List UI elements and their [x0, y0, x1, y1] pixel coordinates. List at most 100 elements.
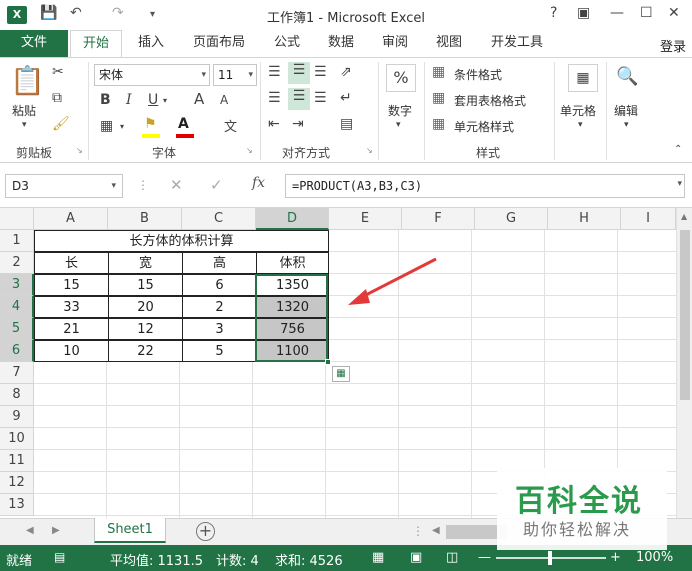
align-right-icon[interactable]: ☰ — [314, 90, 327, 106]
number-dropdown-icon[interactable]: ▾ — [396, 120, 401, 130]
underline-button[interactable]: U — [148, 92, 158, 108]
formula-input[interactable]: =PRODUCT(A3,B3,C3) — [285, 174, 685, 198]
column-header-e[interactable]: E — [329, 208, 402, 230]
zoom-in-icon[interactable]: + — [610, 550, 621, 565]
orientation-icon[interactable]: ⇗ — [340, 64, 352, 80]
tab-splitter[interactable]: ⋮ — [412, 524, 424, 538]
row-header-9[interactable]: 9 — [0, 406, 34, 428]
column-header-i[interactable]: I — [621, 208, 676, 230]
tab-developer[interactable]: 开发工具 — [480, 30, 554, 58]
vertical-scrollbar[interactable]: ▲ — [676, 208, 692, 518]
paste-icon[interactable]: 📋 — [10, 64, 45, 97]
quick-analysis-icon[interactable]: ▦ — [332, 366, 350, 382]
format-as-table-button[interactable]: 套用表格格式 — [454, 92, 526, 109]
borders-dropdown-icon[interactable]: ▾ — [120, 122, 124, 131]
cells-button[interactable]: 单元格 — [560, 102, 596, 119]
align-left-icon[interactable]: ☰ — [268, 90, 281, 106]
cell-c5[interactable]: 3 — [182, 318, 257, 340]
add-sheet-button[interactable]: + — [196, 522, 215, 541]
row-header-8[interactable]: 8 — [0, 384, 34, 406]
row-header-10[interactable]: 10 — [0, 428, 34, 450]
cell-c4[interactable]: 2 — [182, 296, 257, 318]
cell-a5[interactable]: 21 — [34, 318, 109, 340]
select-all-corner[interactable] — [0, 208, 34, 230]
column-header-f[interactable]: F — [402, 208, 475, 230]
macro-record-icon[interactable]: ▤ — [54, 550, 65, 564]
cell-styles-button[interactable]: 单元格样式 — [454, 118, 514, 135]
cell-b3[interactable]: 15 — [108, 274, 183, 296]
cell-c6[interactable]: 5 — [182, 340, 257, 362]
row-header-5[interactable]: 5 — [0, 318, 34, 340]
increase-indent-icon[interactable]: ⇥ — [292, 116, 304, 132]
row-header-11[interactable]: 11 — [0, 450, 34, 472]
cell-a4[interactable]: 33 — [34, 296, 109, 318]
page-layout-view-icon[interactable]: ▣ — [410, 550, 422, 565]
login-link[interactable]: 登录 — [660, 36, 686, 55]
column-header-d[interactable]: D — [256, 208, 329, 230]
cell-b2-header[interactable]: 宽 — [108, 252, 183, 274]
row-header-3[interactable]: 3 — [0, 274, 34, 296]
paste-dropdown-icon[interactable]: ▾ — [22, 120, 27, 130]
percent-style-button[interactable]: % — [386, 64, 416, 92]
vertical-scroll-thumb[interactable] — [680, 230, 690, 400]
column-header-g[interactable]: G — [475, 208, 548, 230]
cell-a1-merged-title[interactable]: 长方体的体积计算 — [34, 230, 329, 252]
cell-a3[interactable]: 15 — [34, 274, 109, 296]
row-header-4[interactable]: 4 — [0, 296, 34, 318]
cut-icon[interactable]: ✂ — [52, 64, 64, 80]
row-header-1[interactable]: 1 — [0, 230, 34, 252]
top-align-icon[interactable]: ☰ — [268, 64, 281, 80]
merge-center-icon[interactable]: ▤ — [340, 116, 353, 132]
zoom-slider-thumb[interactable] — [548, 551, 552, 565]
row-header-13[interactable]: 13 — [0, 494, 34, 516]
bold-button[interactable]: B — [100, 92, 111, 108]
conditional-formatting-icon[interactable]: ▦ — [432, 64, 445, 80]
increase-font-size-button[interactable]: A — [194, 90, 204, 108]
column-header-a[interactable]: A — [34, 208, 108, 230]
find-binoculars-icon[interactable]: 🔍 — [616, 66, 638, 87]
tab-formulas[interactable]: 公式 — [264, 30, 310, 58]
tab-file[interactable]: 文件 — [0, 30, 68, 58]
help-icon[interactable]: ? — [550, 5, 557, 21]
column-header-c[interactable]: C — [182, 208, 256, 230]
enter-icon[interactable]: ✓ — [210, 176, 223, 194]
cell-b4[interactable]: 20 — [108, 296, 183, 318]
cells-dropdown-icon[interactable]: ▾ — [578, 120, 583, 130]
name-box[interactable]: D3 ▾ — [5, 174, 123, 198]
align-center-icon[interactable]: ☰ — [288, 88, 310, 110]
editing-button[interactable]: 编辑 — [614, 102, 638, 119]
row-header-7[interactable]: 7 — [0, 362, 34, 384]
collapse-ribbon-icon[interactable]: ⌃ — [674, 144, 682, 155]
cell-d2-header[interactable]: 体积 — [256, 252, 329, 274]
tab-home[interactable]: 开始 — [70, 30, 122, 58]
format-as-table-icon[interactable]: ▦ — [432, 90, 445, 106]
conditional-formatting-button[interactable]: 条件格式 — [454, 66, 502, 83]
scroll-left-icon[interactable]: ◀ — [432, 525, 440, 536]
page-break-view-icon[interactable]: ◫ — [446, 550, 458, 565]
font-color-icon[interactable]: A — [178, 116, 189, 132]
row-header-12[interactable]: 12 — [0, 472, 34, 494]
fill-handle[interactable] — [325, 359, 331, 365]
wrap-text-icon[interactable]: ↵ — [340, 90, 352, 106]
font-size-select[interactable]: 11 ▾ — [213, 64, 257, 86]
italic-button[interactable]: I — [126, 92, 132, 108]
phonetic-guide-icon[interactable]: 文 — [224, 116, 237, 135]
underline-dropdown-icon[interactable]: ▾ — [163, 96, 167, 105]
middle-align-icon[interactable]: ☰ — [288, 62, 310, 84]
ribbon-display-options-icon[interactable]: ▣ — [577, 5, 590, 21]
tab-insert[interactable]: 插入 — [128, 30, 174, 58]
maximize-icon[interactable]: ☐ — [640, 5, 653, 21]
column-header-h[interactable]: H — [548, 208, 621, 230]
font-name-select[interactable]: 宋体 ▾ — [94, 64, 210, 86]
row-header-2[interactable]: 2 — [0, 252, 34, 274]
cell-c2-header[interactable]: 高 — [182, 252, 257, 274]
clipboard-launcher-icon[interactable]: ↘ — [76, 146, 83, 155]
cell-a6[interactable]: 10 — [34, 340, 109, 362]
copy-icon[interactable]: ⧉ — [52, 90, 62, 106]
cancel-icon[interactable]: ✕ — [170, 176, 183, 194]
cell-styles-icon[interactable]: ▦ — [432, 116, 445, 132]
tab-review[interactable]: 审阅 — [372, 30, 418, 58]
sheet-tab-sheet1[interactable]: Sheet1 — [94, 518, 166, 543]
expand-formula-bar-icon[interactable]: ▾ — [677, 179, 682, 189]
row-header-6[interactable]: 6 — [0, 340, 34, 362]
